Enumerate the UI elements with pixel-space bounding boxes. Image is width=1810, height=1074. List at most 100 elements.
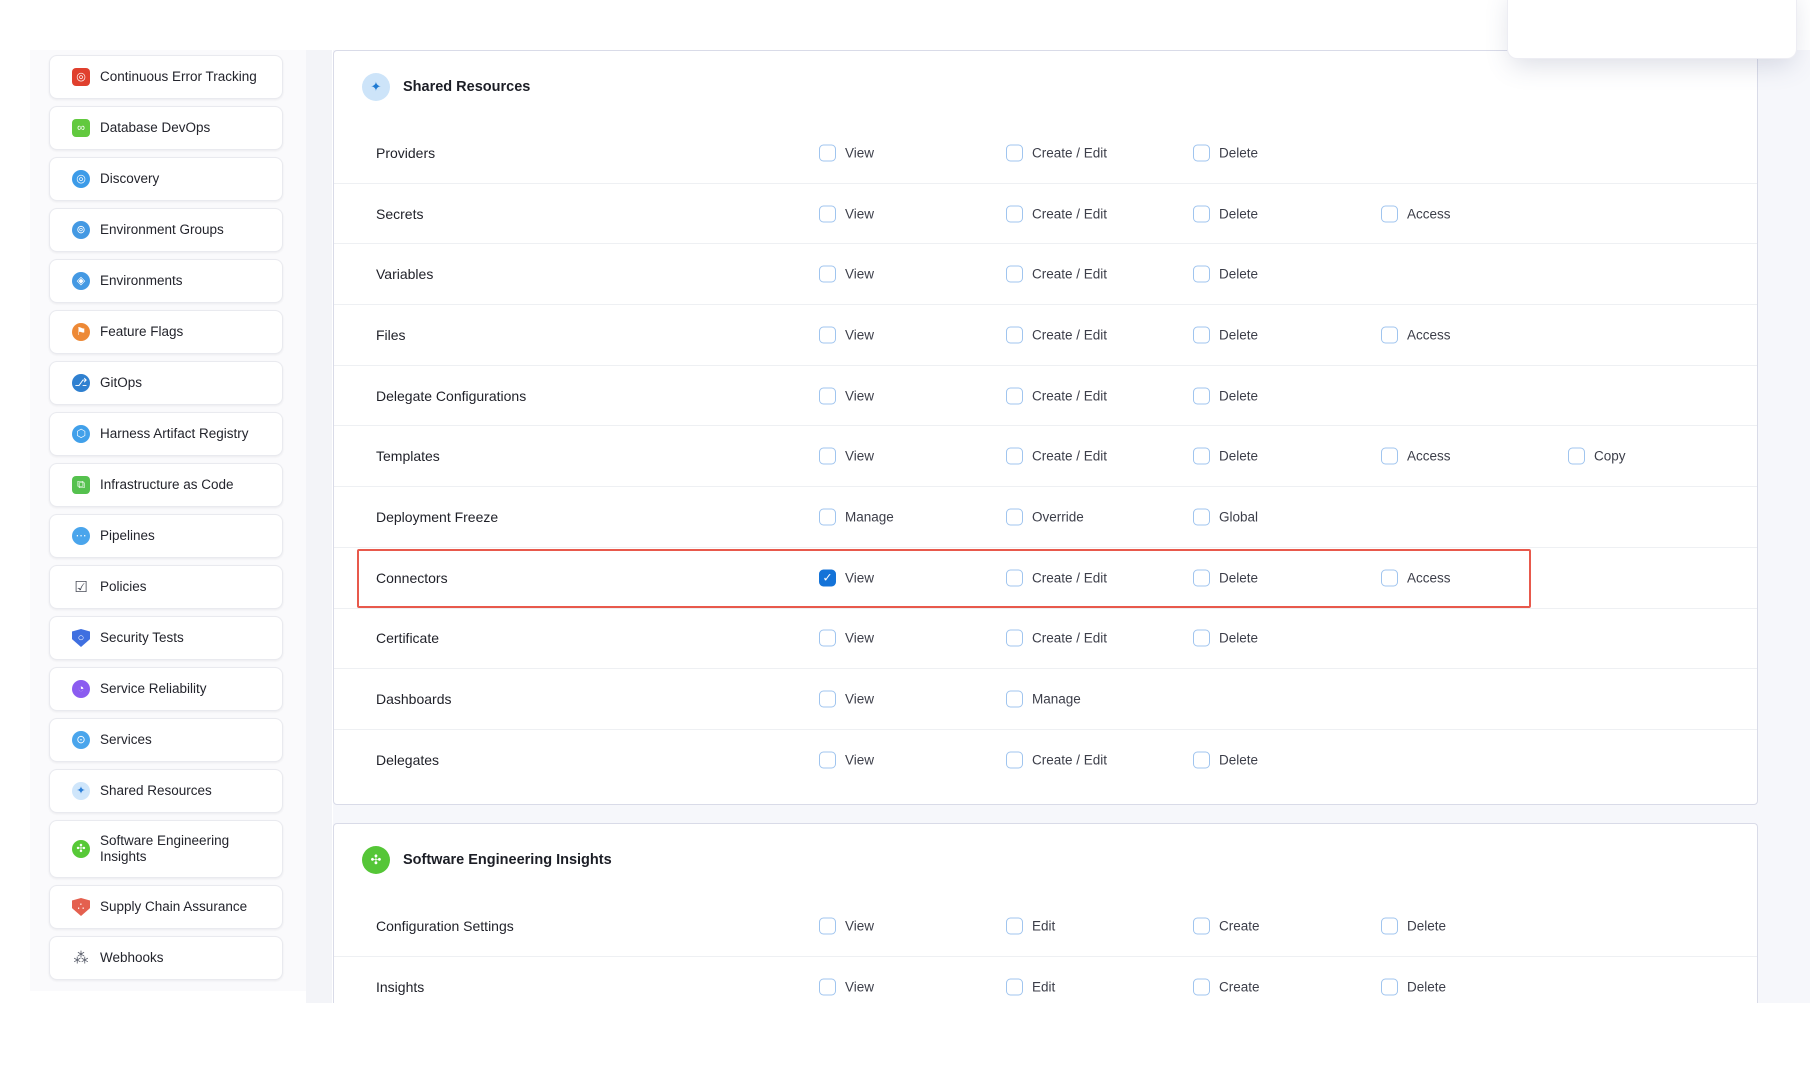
permission-checkbox-group[interactable]: Create / Edit (1006, 630, 1107, 647)
permission-checkbox-group[interactable]: Delete (1193, 205, 1258, 222)
permission-checkbox-group[interactable]: Access (1381, 205, 1451, 222)
sidebar-item-service-reliability[interactable]: ◔ Service Reliability (49, 667, 283, 711)
checkbox[interactable] (1381, 326, 1398, 343)
checkbox[interactable] (1381, 569, 1398, 586)
checkbox[interactable] (1006, 630, 1023, 647)
checkbox[interactable] (1568, 448, 1585, 465)
checkbox[interactable] (1193, 205, 1210, 222)
permission-checkbox-group[interactable]: Delete (1193, 448, 1258, 465)
checkbox[interactable] (1193, 978, 1210, 995)
permission-checkbox-group[interactable]: Edit (1006, 978, 1055, 995)
checkbox[interactable] (1006, 387, 1023, 404)
permission-checkbox-group[interactable]: Manage (819, 508, 894, 525)
permission-checkbox-group[interactable]: Create (1193, 978, 1260, 995)
permission-checkbox-group[interactable]: Create / Edit (1006, 266, 1107, 283)
sidebar-item-policies[interactable]: ☑ Policies (49, 565, 283, 609)
checkbox[interactable] (819, 630, 836, 647)
sidebar-item-continuous-error-tracking[interactable]: ◎ Continuous Error Tracking (49, 55, 283, 99)
sidebar-item-webhooks[interactable]: ⁂ Webhooks (49, 936, 283, 980)
permission-checkbox-group[interactable]: Delete (1193, 630, 1258, 647)
content-scrollbar-track[interactable] (306, 50, 332, 1003)
checkbox[interactable] (819, 326, 836, 343)
checkbox[interactable] (1006, 917, 1023, 934)
sidebar-item-database-devops[interactable]: ∞ Database DevOps (49, 106, 283, 150)
permission-checkbox-group[interactable]: Delete (1193, 326, 1258, 343)
checkbox[interactable] (1193, 387, 1210, 404)
permission-checkbox-group[interactable]: Delete (1193, 751, 1258, 768)
sidebar-item-services[interactable]: ⊙ Services (49, 718, 283, 762)
checkbox[interactable] (1193, 751, 1210, 768)
sidebar-item-environments[interactable]: ◈ Environments (49, 259, 283, 303)
checkbox[interactable] (819, 448, 836, 465)
permission-checkbox-group[interactable]: Delete (1193, 387, 1258, 404)
checkbox[interactable] (1193, 326, 1210, 343)
permission-checkbox-group[interactable]: Global (1193, 508, 1258, 525)
sidebar-item-feature-flags[interactable]: ⚑ Feature Flags (49, 310, 283, 354)
checkbox[interactable] (1193, 144, 1210, 161)
permission-checkbox-group[interactable]: Create / Edit (1006, 144, 1107, 161)
permission-checkbox-group[interactable]: View (819, 691, 874, 708)
checkbox[interactable] (819, 266, 836, 283)
checkbox[interactable] (1381, 917, 1398, 934)
checkbox[interactable] (819, 205, 836, 222)
checkbox[interactable] (1006, 326, 1023, 343)
checkbox[interactable] (819, 691, 836, 708)
checkbox[interactable] (819, 978, 836, 995)
permission-checkbox-group[interactable]: Edit (1006, 917, 1055, 934)
permission-checkbox-group[interactable]: Delete (1193, 144, 1258, 161)
permission-checkbox-group[interactable]: View (819, 978, 874, 995)
checkbox[interactable]: ✓ (819, 569, 836, 586)
sidebar-item-gitops[interactable]: ⎇ GitOps (49, 361, 283, 405)
permission-checkbox-group[interactable]: Create / Edit (1006, 569, 1107, 586)
permission-checkbox-group[interactable]: Create / Edit (1006, 448, 1107, 465)
checkbox[interactable] (1006, 569, 1023, 586)
permission-checkbox-group[interactable]: Create / Edit (1006, 751, 1107, 768)
permission-checkbox-group[interactable]: View (819, 387, 874, 404)
sidebar-item-infrastructure-as-code[interactable]: ⧉ Infrastructure as Code (49, 463, 283, 507)
permission-checkbox-group[interactable]: View (819, 448, 874, 465)
checkbox[interactable] (1193, 508, 1210, 525)
permission-checkbox-group[interactable]: Access (1381, 569, 1451, 586)
permission-checkbox-group[interactable]: Create (1193, 917, 1260, 934)
permission-checkbox-group[interactable]: Manage (1006, 691, 1081, 708)
sidebar-item-supply-chain-assurance[interactable]: ∴ Supply Chain Assurance (49, 885, 283, 929)
permission-checkbox-group[interactable]: Delete (1381, 978, 1446, 995)
permission-checkbox-group[interactable]: Access (1381, 326, 1451, 343)
checkbox[interactable] (1193, 448, 1210, 465)
permission-checkbox-group[interactable]: Delete (1193, 266, 1258, 283)
checkbox[interactable] (1006, 266, 1023, 283)
permission-checkbox-group[interactable]: Copy (1568, 448, 1626, 465)
permission-checkbox-group[interactable]: Delete (1193, 569, 1258, 586)
sidebar-item-discovery[interactable]: ◎ Discovery (49, 157, 283, 201)
permission-checkbox-group[interactable]: View (819, 266, 874, 283)
permission-checkbox-group[interactable]: Create / Edit (1006, 326, 1107, 343)
sidebar-item-pipelines[interactable]: ⋯ Pipelines (49, 514, 283, 558)
permission-checkbox-group[interactable]: View (819, 630, 874, 647)
checkbox[interactable] (1006, 448, 1023, 465)
permission-checkbox-group[interactable]: Delete (1381, 917, 1446, 934)
permission-checkbox-group[interactable]: View (819, 205, 874, 222)
sidebar-item-harness-artifact-registry[interactable]: ⬡ Harness Artifact Registry (49, 412, 283, 456)
checkbox[interactable] (1381, 448, 1398, 465)
sidebar-item-environment-groups[interactable]: ⊚ Environment Groups (49, 208, 283, 252)
checkbox[interactable] (819, 508, 836, 525)
checkbox[interactable] (1193, 630, 1210, 647)
sidebar-item-shared-resources[interactable]: ✦ Shared Resources (49, 769, 283, 813)
permission-checkbox-group[interactable]: View (819, 917, 874, 934)
checkbox[interactable] (819, 751, 836, 768)
checkbox[interactable] (1193, 569, 1210, 586)
permission-checkbox-group[interactable]: Override (1006, 508, 1084, 525)
permission-checkbox-group[interactable]: Access (1381, 448, 1451, 465)
checkbox[interactable] (1006, 144, 1023, 161)
permission-checkbox-group[interactable]: ✓ View (819, 569, 874, 586)
checkbox[interactable] (1381, 978, 1398, 995)
checkbox[interactable] (1006, 978, 1023, 995)
checkbox[interactable] (1006, 691, 1023, 708)
permission-checkbox-group[interactable]: View (819, 326, 874, 343)
sidebar-item-software-engineering-insights[interactable]: ✣ Software Engineering Insights (49, 820, 283, 878)
sidebar-item-security-tests[interactable]: ○ Security Tests (49, 616, 283, 660)
checkbox[interactable] (819, 917, 836, 934)
checkbox[interactable] (1006, 205, 1023, 222)
permission-checkbox-group[interactable]: View (819, 144, 874, 161)
checkbox[interactable] (1193, 917, 1210, 934)
